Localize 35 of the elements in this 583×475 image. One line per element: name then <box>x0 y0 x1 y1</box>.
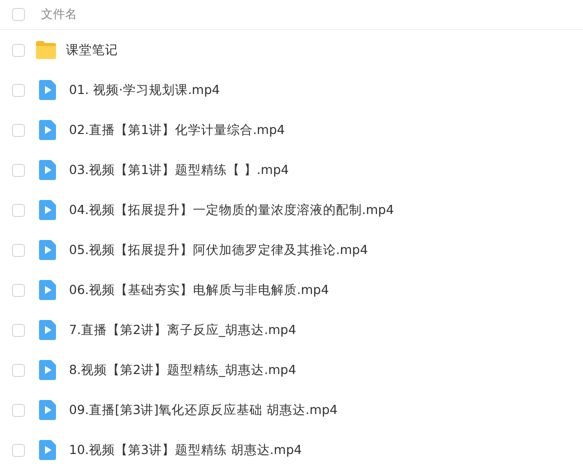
file-name[interactable]: 03.视频【第1讲】题型精练【 】.mp4 <box>69 162 289 178</box>
row-checkbox[interactable] <box>12 404 25 416</box>
video-file-icon <box>39 160 56 180</box>
file-name[interactable]: 02.直播【第1讲】化学计量综合.mp4 <box>69 122 285 138</box>
video-file-icon <box>39 320 56 340</box>
video-file-icon <box>39 200 56 220</box>
video-file-icon <box>39 240 56 260</box>
file-name[interactable]: 8.视频【第2讲】题型精练_胡惠达.mp4 <box>69 362 296 378</box>
row-checkbox[interactable] <box>12 124 25 136</box>
file-name[interactable]: 09.直播[第3讲]氧化还原反应基础 胡惠达.mp4 <box>69 402 338 418</box>
row-checkbox[interactable] <box>12 444 25 456</box>
select-all-checkbox[interactable] <box>12 8 25 21</box>
column-header[interactable]: 文件名 <box>41 6 77 23</box>
video-file-icon <box>39 120 56 140</box>
row-checkbox[interactable] <box>12 204 25 216</box>
video-file-icon <box>39 440 56 460</box>
row-checkbox[interactable] <box>12 84 25 96</box>
file-name[interactable]: 06.视频【基础夯实】电解质与非电解质.mp4 <box>69 282 329 298</box>
folder-icon <box>36 40 56 60</box>
file-name[interactable]: 课堂笔记 <box>66 42 118 58</box>
video-file-icon <box>39 80 56 100</box>
video-file-icon <box>39 400 56 420</box>
file-name[interactable]: 10.视频【第3讲】题型精练 胡惠达.mp4 <box>69 442 302 458</box>
file-name[interactable]: 7.直播【第2讲】离子反应_胡惠达.mp4 <box>69 322 296 338</box>
row-checkbox[interactable] <box>12 284 25 296</box>
row-checkbox[interactable] <box>12 324 25 336</box>
file-name[interactable]: 01. 视频·学习规划课.mp4 <box>69 82 220 98</box>
file-name[interactable]: 04.视频【拓展提升】一定物质的量浓度溶液的配制.mp4 <box>69 202 394 218</box>
video-file-icon <box>39 280 56 300</box>
row-checkbox[interactable] <box>12 44 25 56</box>
row-checkbox[interactable] <box>12 164 25 176</box>
file-name[interactable]: 05.视频【拓展提升】阿伏加德罗定律及其推论.mp4 <box>69 242 368 258</box>
video-file-icon <box>39 360 56 380</box>
row-checkbox[interactable] <box>12 364 25 376</box>
row-checkbox[interactable] <box>12 244 25 256</box>
